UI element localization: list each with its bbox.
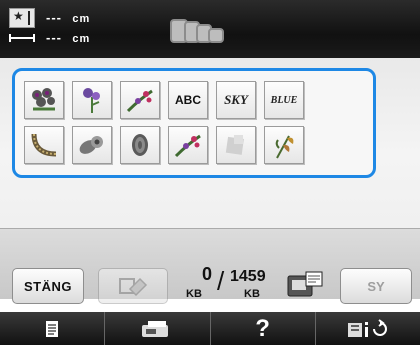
machine-button[interactable] bbox=[105, 312, 211, 345]
memory-used: 0 bbox=[202, 264, 213, 284]
close-button[interactable]: STÄNG bbox=[12, 268, 84, 304]
settings-button[interactable] bbox=[316, 312, 420, 345]
height-unit: cm bbox=[72, 13, 91, 25]
faded-patch-pattern[interactable] bbox=[216, 126, 256, 164]
help-button[interactable]: ? bbox=[211, 312, 316, 345]
blue-lettering-pattern[interactable]: BLUE bbox=[264, 81, 304, 119]
embroidery-frames-icon bbox=[170, 19, 228, 43]
width-value: --- bbox=[46, 30, 62, 45]
embroidery-machine-icon bbox=[286, 270, 326, 300]
pattern-size-icon: ★ bbox=[9, 8, 35, 28]
page-button[interactable] bbox=[0, 312, 106, 345]
width-readout: --- cm bbox=[46, 30, 90, 45]
height-value: --- bbox=[46, 10, 62, 25]
width-unit: cm bbox=[72, 33, 91, 45]
width-arrow-icon bbox=[9, 34, 35, 42]
capacity-slash: / bbox=[217, 266, 225, 296]
lily-pattern[interactable] bbox=[264, 126, 304, 164]
memory-total: 1459 bbox=[230, 268, 266, 285]
floral-spray-2-pattern[interactable] bbox=[168, 126, 208, 164]
flower-sprig-pattern[interactable] bbox=[72, 81, 112, 119]
abc-label: ABC bbox=[175, 93, 201, 107]
sky-lettering-pattern[interactable]: SKY bbox=[216, 81, 256, 119]
bottom-nav: ? bbox=[0, 312, 420, 345]
sew-button-label: SY bbox=[367, 278, 385, 294]
leaf-flower-pattern[interactable] bbox=[72, 126, 112, 164]
abc-lettering-pattern[interactable]: ABC bbox=[168, 81, 208, 119]
machine-icon bbox=[142, 320, 169, 337]
memory-button[interactable] bbox=[98, 268, 168, 304]
sky-label: SKY bbox=[224, 92, 248, 107]
memory-used-unit: KB bbox=[186, 288, 202, 300]
sew-button[interactable]: SY bbox=[340, 268, 412, 304]
pattern-grid: ABC SKY BLUE bbox=[12, 68, 376, 178]
oval-ornament-pattern[interactable] bbox=[120, 126, 160, 164]
curved-border-pattern[interactable] bbox=[24, 126, 64, 164]
blue-label: BLUE bbox=[270, 94, 298, 106]
settings-icon bbox=[347, 318, 387, 337]
pattern-area: ABC SKY BLUE bbox=[0, 58, 420, 299]
close-button-label: STÄNG bbox=[24, 278, 72, 294]
memory-total-unit: KB bbox=[244, 288, 260, 300]
top-bar: ★ --- cm --- cm bbox=[0, 0, 420, 58]
flower-bouquet-pattern[interactable] bbox=[24, 81, 64, 119]
height-readout: --- cm bbox=[46, 10, 90, 25]
eraser-icon bbox=[119, 277, 148, 297]
floral-spray-pattern[interactable] bbox=[120, 81, 160, 119]
help-icon: ? bbox=[255, 314, 270, 342]
page-icon bbox=[46, 320, 59, 337]
